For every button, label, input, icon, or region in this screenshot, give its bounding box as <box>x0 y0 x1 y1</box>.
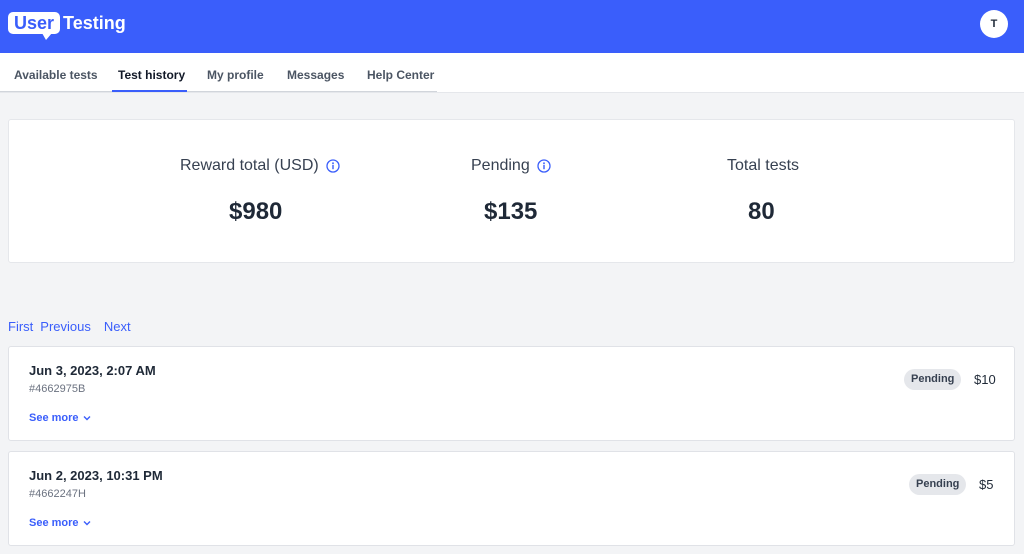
pending-label: Pending <box>471 157 551 175</box>
test-date: Jun 2, 2023, 10:31 PM <box>29 468 163 483</box>
chevron-down-icon <box>83 416 91 421</box>
tab-messages[interactable]: Messages <box>287 68 344 82</box>
logo-user-text: User <box>8 12 61 40</box>
usertesting-logo[interactable]: User Testing <box>8 8 126 40</box>
nav-tabs: Available tests Test history My profile … <box>0 53 1024 93</box>
top-bar: User Testing T <box>0 0 1024 53</box>
info-icon[interactable] <box>537 159 551 173</box>
logo-testing-text: Testing <box>63 13 126 33</box>
avatar[interactable]: T <box>980 10 1008 38</box>
test-amount: $5 <box>979 477 994 492</box>
see-more-button[interactable]: See more <box>29 412 92 424</box>
tab-help-center[interactable]: Help Center <box>367 68 434 82</box>
test-history-item: Jun 2, 2023, 10:31 PM #4662247H See more… <box>8 451 1015 546</box>
chevron-down-icon <box>83 521 91 526</box>
previous-page-link[interactable]: Previous <box>40 319 91 334</box>
next-page-link[interactable]: Next <box>104 319 131 334</box>
tab-my-profile[interactable]: My profile <box>207 68 264 82</box>
see-more-button[interactable]: See more <box>29 517 92 529</box>
pending-value: $135 <box>484 198 538 225</box>
pagination: First Previous Next <box>8 319 131 334</box>
test-id: #4662247H <box>29 488 86 500</box>
test-date: Jun 3, 2023, 2:07 AM <box>29 363 156 378</box>
test-id: #4662975B <box>29 383 86 395</box>
see-more-label: See more <box>29 412 79 424</box>
total-tests-label: Total tests <box>727 157 799 175</box>
see-more-label: See more <box>29 517 79 529</box>
pending-label-text: Pending <box>471 157 530 174</box>
status-badge: Pending <box>904 369 962 390</box>
test-amount: $10 <box>974 372 996 387</box>
test-history-item: Jun 3, 2023, 2:07 AM #4662975B See more … <box>8 346 1015 441</box>
active-tab-indicator <box>112 90 187 92</box>
reward-total-value: $980 <box>229 198 283 225</box>
total-tests-value: 80 <box>748 198 775 225</box>
info-icon[interactable] <box>326 159 340 173</box>
tab-test-history[interactable]: Test history <box>118 68 185 82</box>
stats-panel: Reward total (USD) $980 Pending $135 Tot… <box>8 119 1015 263</box>
status-badge: Pending <box>909 474 967 495</box>
tabs-divider <box>0 91 437 92</box>
first-page-link[interactable]: First <box>8 319 33 334</box>
tab-available-tests[interactable]: Available tests <box>14 68 98 82</box>
reward-total-label-text: Reward total (USD) <box>180 157 319 174</box>
total-tests-label-text: Total tests <box>727 157 800 174</box>
reward-total-label: Reward total (USD) <box>180 157 340 175</box>
